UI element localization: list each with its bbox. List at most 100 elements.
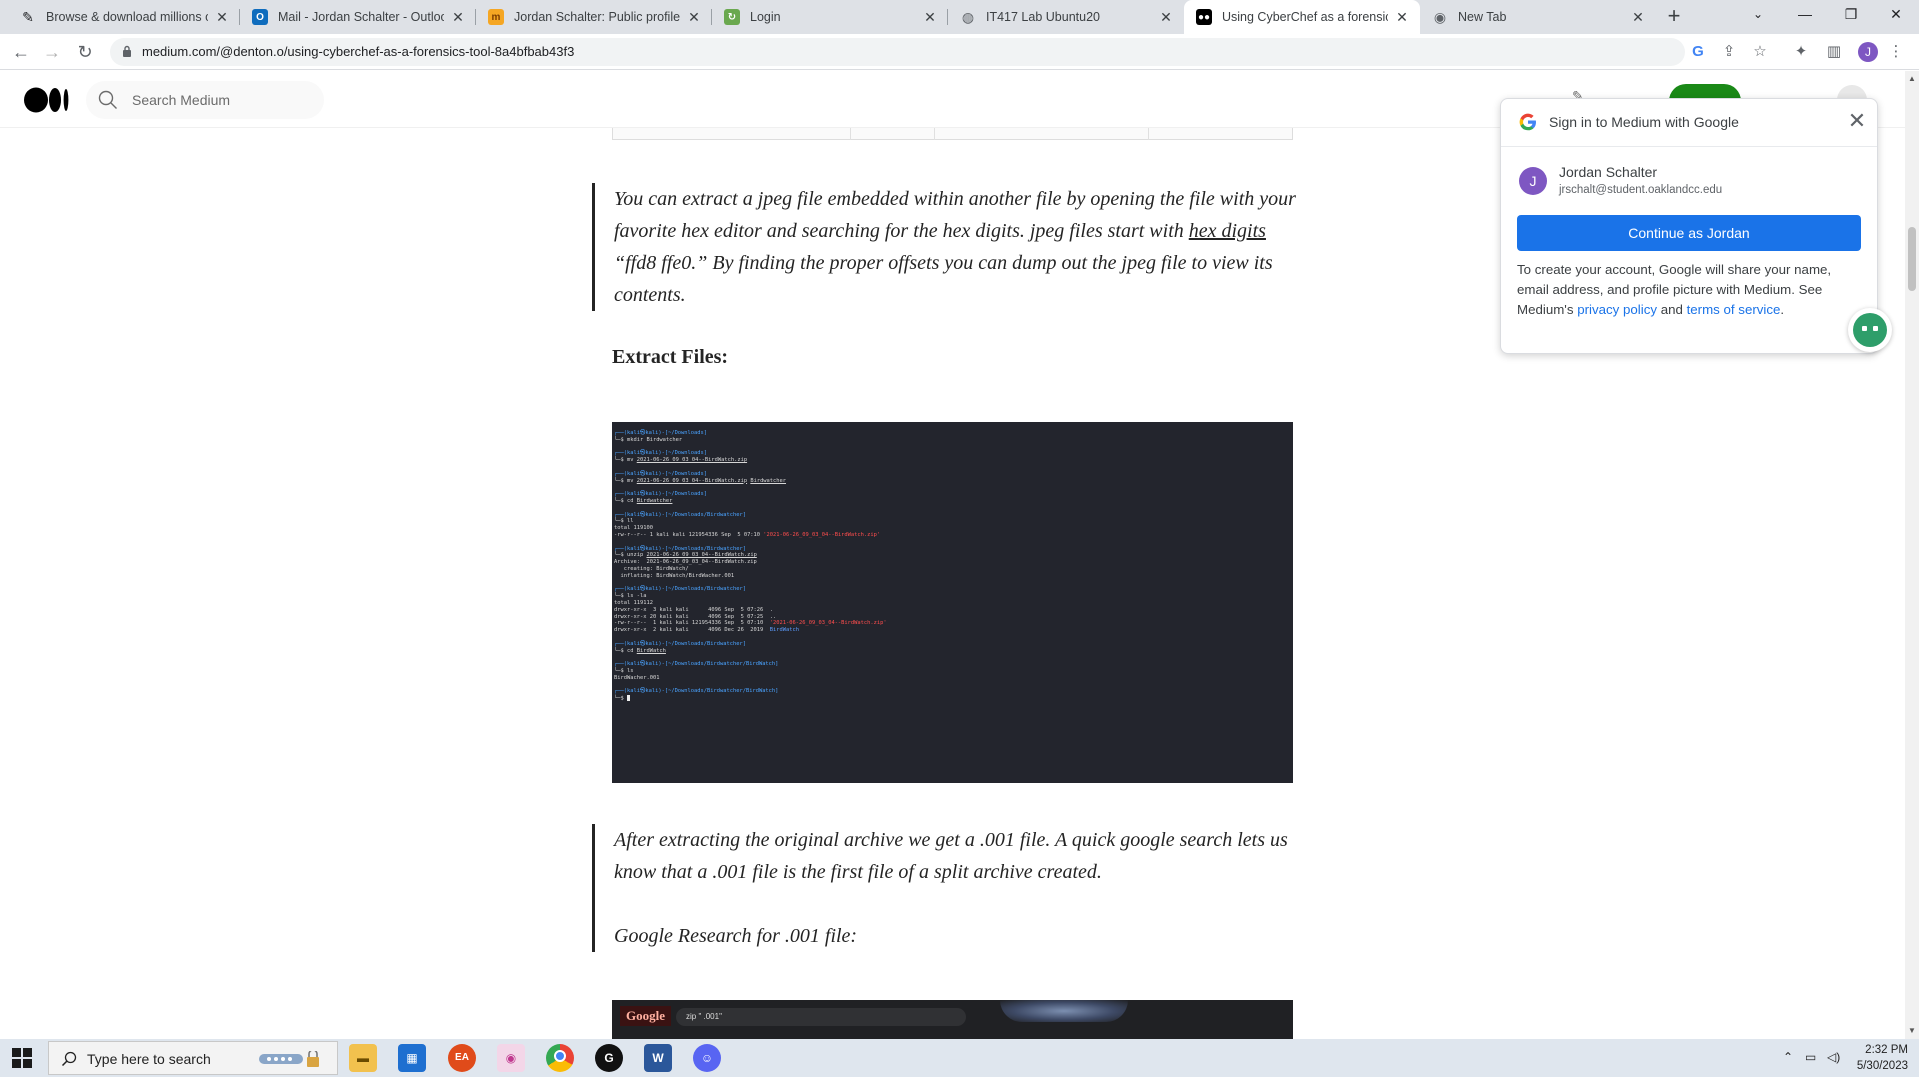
chrome-icon[interactable] bbox=[546, 1044, 574, 1072]
google-lens-icon[interactable]: G bbox=[1686, 40, 1710, 64]
close-icon[interactable]: ✕ bbox=[1394, 9, 1410, 26]
consent-end: . bbox=[1780, 302, 1785, 317]
terminal-text: ┌──(kali㉿kali)-[~/Downloads] bbox=[614, 450, 708, 457]
terminal-text: BirdWatch bbox=[636, 647, 666, 654]
reload-button[interactable]: ↻ bbox=[73, 40, 97, 64]
medium-logo-icon[interactable] bbox=[24, 87, 70, 113]
terminal-text: └─$ mv bbox=[614, 477, 637, 484]
terminal-line: total 119112 bbox=[614, 600, 1291, 607]
close-window-button[interactable]: ✕ bbox=[1873, 0, 1919, 30]
windows-start-icon[interactable] bbox=[12, 1048, 32, 1068]
bookmark-star-icon[interactable]: ☆ bbox=[1748, 40, 1772, 64]
continue-as-button[interactable]: Continue as Jordan bbox=[1517, 215, 1861, 251]
tab-login[interactable]: ↻ Login ✕ bbox=[712, 0, 948, 34]
store-icon[interactable]: ▦ bbox=[398, 1044, 426, 1072]
google-search-screenshot: Google zip " .001" bbox=[612, 1000, 1293, 1039]
restore-button[interactable]: ❐ bbox=[1828, 0, 1874, 30]
terminal-text: 2021-06-26_09_03_04--BirdWatch.zip bbox=[636, 477, 748, 484]
terminal-line: inflating: BirdWatch/BirdWacher.001 bbox=[614, 573, 1291, 580]
ea-icon[interactable]: EA bbox=[448, 1044, 476, 1072]
address-bar[interactable]: medium.com/@denton.o/using-cyberchef-as-… bbox=[110, 38, 1685, 66]
terminal-line: ┌──(kali㉿kali)-[~/Downloads] bbox=[614, 430, 1291, 437]
pen-icon: ✎ bbox=[22, 8, 34, 25]
volume-icon[interactable]: ◁) bbox=[1827, 1050, 1840, 1064]
tab-new-tab[interactable]: ◉ New Tab ✕ bbox=[1420, 0, 1656, 34]
tab-search-button[interactable]: ⌄ bbox=[1735, 0, 1781, 30]
forward-button[interactable]: → bbox=[40, 40, 64, 64]
privacy-policy-link[interactable]: privacy policy bbox=[1577, 302, 1657, 317]
terminal-line: └─$ cd Birdwatcher bbox=[614, 498, 1291, 505]
terminal-line bbox=[614, 634, 1291, 641]
new-tab-button[interactable]: + bbox=[1660, 4, 1688, 30]
network-icon[interactable]: ▭ bbox=[1805, 1050, 1816, 1064]
close-icon[interactable]: ✕ bbox=[922, 9, 938, 26]
terminal-line: drwxr-xr-x 2 kali kali 4096 Dec 26 2019 … bbox=[614, 627, 1291, 634]
terminal-line: └─$ ll bbox=[614, 518, 1291, 525]
tab-cyberchef-active[interactable]: ●● Using CyberChef as a forensics t ✕ bbox=[1184, 0, 1420, 34]
menu-kebab-icon[interactable]: ⋮ bbox=[1884, 40, 1908, 64]
tray-chevron-icon[interactable]: ⌃ bbox=[1783, 1050, 1793, 1064]
back-button[interactable]: ← bbox=[9, 40, 33, 64]
system-clock[interactable]: 2:32 PM 5/30/2023 bbox=[1852, 1042, 1908, 1074]
terminal-text: 2021-06-26_09_03_04--BirdWatch.zip bbox=[646, 552, 757, 559]
terminal-line: └─$ unzip 2021-06-26_09_03_04--BirdWatch… bbox=[614, 552, 1291, 559]
terminal-text: ┌──(kali㉿kali)-[~/Downloads/Birdwatcher] bbox=[614, 640, 746, 647]
account-email[interactable]: jrschalt@student.oaklandcc.edu bbox=[1559, 184, 1722, 196]
terms-of-service-link[interactable]: terms of service bbox=[1687, 302, 1781, 317]
terminal-line bbox=[614, 464, 1291, 471]
tab-outlook[interactable]: O Mail - Jordan Schalter - Outlook ✕ bbox=[240, 0, 476, 34]
windows-taskbar: Type here to search ▬ ▦ EA ◉ G W ☺ ⌃ ▭ ◁… bbox=[0, 1039, 1919, 1077]
tab-public-profile[interactable]: m Jordan Schalter: Public profile ✕ bbox=[476, 0, 712, 34]
tab-browse-download[interactable]: ✎ Browse & download millions of ✕ bbox=[8, 0, 240, 34]
google-query: zip " .001" bbox=[676, 1008, 966, 1026]
terminal-text: drwxr-xr-x 2 kali kali 4096 Dec 26 2019 bbox=[614, 627, 770, 634]
search-icon bbox=[98, 90, 117, 109]
close-icon[interactable]: ✕ bbox=[1158, 9, 1174, 26]
taskbar-search[interactable]: Type here to search bbox=[48, 1041, 338, 1075]
side-panel-icon[interactable]: ▥ bbox=[1822, 40, 1846, 64]
login-icon: ↻ bbox=[724, 9, 740, 25]
close-icon[interactable]: ✕ bbox=[1843, 107, 1871, 135]
scroll-up-icon[interactable]: ▲ bbox=[1908, 74, 1916, 83]
medium-search[interactable]: Search Medium bbox=[86, 81, 324, 119]
search-highlight-icon bbox=[259, 1051, 319, 1067]
tab-title: Jordan Schalter: Public profile bbox=[514, 10, 680, 24]
scroll-down-icon[interactable]: ▼ bbox=[1908, 1026, 1916, 1035]
terminal-line bbox=[614, 505, 1291, 512]
quote-text: “ffd8 ffe0.” By finding the proper offse… bbox=[614, 252, 1273, 306]
tab-it417-lab[interactable]: ◍ IT417 Lab Ubuntu20 ✕ bbox=[948, 0, 1184, 34]
terminal-line: drwxr-xr-x 20 kali kali 4096 Sep 5 07:25… bbox=[614, 614, 1291, 621]
close-icon[interactable]: ✕ bbox=[686, 9, 702, 26]
google-doodle-image bbox=[1000, 1000, 1128, 1022]
profile-avatar[interactable]: J bbox=[1858, 42, 1878, 62]
terminal-line: └─$ ls -la bbox=[614, 593, 1291, 600]
extensions-icon[interactable]: ✦ bbox=[1789, 40, 1813, 64]
terminal-line bbox=[614, 539, 1291, 546]
close-icon[interactable]: ✕ bbox=[1630, 9, 1646, 26]
media-icon[interactable]: ◉ bbox=[497, 1044, 525, 1072]
file-explorer-icon[interactable]: ▬ bbox=[349, 1044, 377, 1072]
terminal-screenshot: ┌──(kali㉿kali)-[~/Downloads] └─$ mkdir Bi… bbox=[612, 422, 1293, 783]
clock-date: 5/30/2023 bbox=[1856, 1060, 1908, 1072]
chat-bot-icon[interactable] bbox=[1848, 308, 1892, 352]
close-icon[interactable]: ✕ bbox=[450, 9, 466, 26]
minimize-button[interactable]: — bbox=[1782, 0, 1828, 30]
word-icon[interactable]: W bbox=[644, 1044, 672, 1072]
share-icon[interactable]: ⇪ bbox=[1717, 40, 1741, 64]
previous-screenshot-edge bbox=[612, 128, 1293, 140]
terminal-text: total 119100 bbox=[614, 525, 653, 532]
tab-title: New Tab bbox=[1458, 10, 1507, 24]
terminal-text: └─$ cd bbox=[614, 647, 637, 654]
discord-icon[interactable]: ☺ bbox=[693, 1044, 721, 1072]
scroll-thumb[interactable] bbox=[1908, 227, 1916, 291]
terminal-line: └─$ mv 2021-06-26_09_03_04--BirdWatch.zi… bbox=[614, 457, 1291, 464]
page-scrollbar[interactable]: ▲ ▼ bbox=[1905, 71, 1919, 1039]
terminal-text: -rw-r--r-- 1 kali kali 121954336 Sep 5 0… bbox=[614, 531, 764, 538]
account-name[interactable]: Jordan Schalter bbox=[1559, 164, 1657, 180]
account-avatar[interactable]: J bbox=[1519, 167, 1547, 195]
hex-digits-link[interactable]: hex digits bbox=[1189, 220, 1266, 242]
close-icon[interactable]: ✕ bbox=[214, 9, 230, 26]
github-icon[interactable]: G bbox=[595, 1044, 623, 1072]
terminal-line: ┌──(kali㉿kali)-[~/Downloads/Birdwatcher] bbox=[614, 512, 1291, 519]
